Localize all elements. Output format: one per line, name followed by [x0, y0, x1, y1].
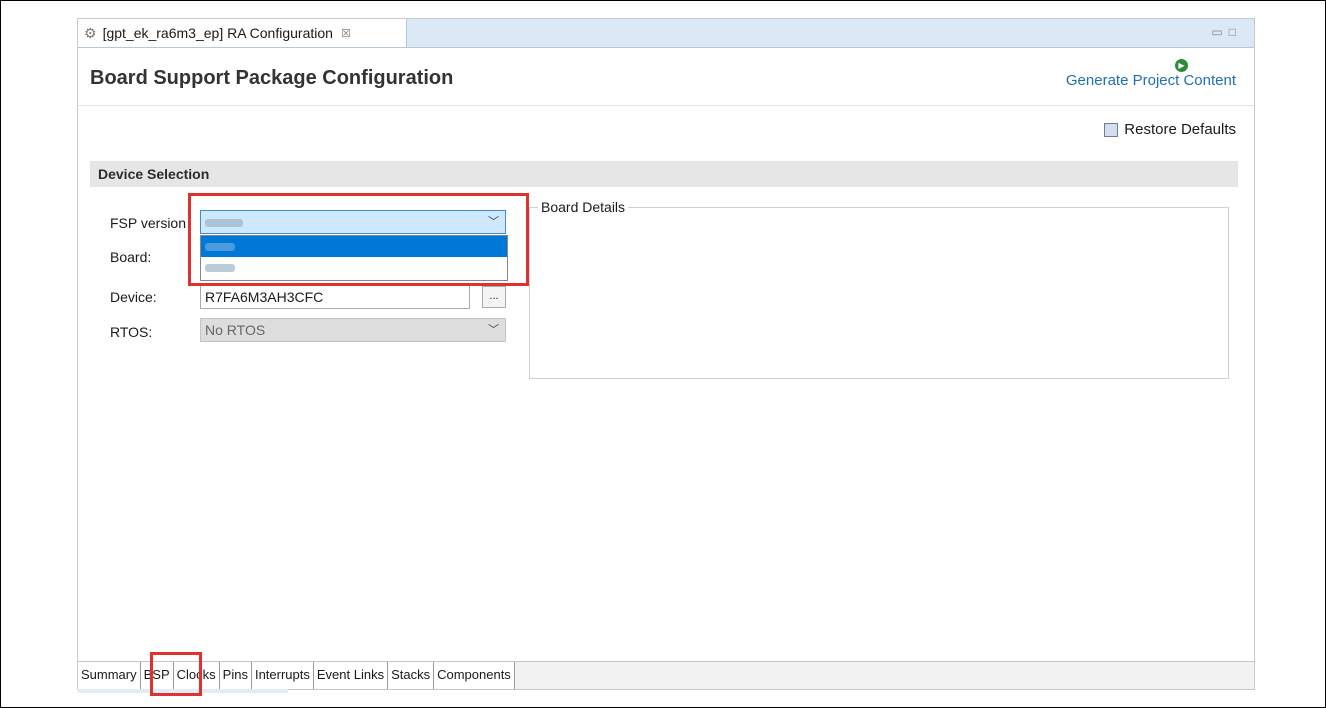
fsp-version-value	[205, 219, 243, 228]
rtos-select[interactable]: No RTOS ﹀	[200, 318, 506, 342]
dropdown-option[interactable]	[201, 236, 507, 257]
fsp-version-select[interactable]: ﹀	[200, 210, 506, 234]
fsp-version-dropdown-list	[200, 235, 508, 281]
board-details-group: Board Details	[529, 199, 1229, 379]
restore-defaults-icon	[1104, 122, 1119, 137]
tab-bsp[interactable]: BSP	[140, 662, 174, 689]
tab-clocks[interactable]: Clocks	[173, 662, 220, 689]
close-icon[interactable]: ☒	[341, 27, 351, 40]
restore-defaults-label: Restore Defaults	[1124, 121, 1236, 138]
tab-components[interactable]: Components	[434, 662, 515, 689]
minimize-icon[interactable]: ▭	[1211, 25, 1228, 39]
device-field[interactable]: R7FA6M3AH3CFC	[200, 285, 470, 309]
chevron-down-icon: ﹀	[488, 216, 499, 228]
maximize-icon[interactable]: □	[1229, 25, 1242, 39]
editor-tab-bar: ⚙ [gpt_ek_ra6m3_ep] RA Configuration ☒ ▭…	[78, 19, 1254, 48]
gear-icon: ⚙	[84, 24, 97, 41]
tab-strip-underbar	[78, 689, 288, 693]
editor-tab-ra-configuration[interactable]: ⚙ [gpt_ek_ra6m3_ep] RA Configuration ☒	[78, 19, 407, 47]
generate-project-content-button[interactable]: ▶ Generate Project Content	[1066, 55, 1236, 89]
page-title: Board Support Package Configuration	[90, 67, 454, 89]
rtos-label: RTOS:	[110, 324, 153, 340]
window-controls: ▭□	[1211, 25, 1242, 39]
play-icon: ▶	[1175, 59, 1188, 72]
ra-configuration-editor: ⚙ [gpt_ek_ra6m3_ep] RA Configuration ☒ ▭…	[77, 18, 1255, 693]
device-selection-header: Device Selection	[90, 161, 1238, 187]
board-details-legend: Board Details	[538, 199, 629, 215]
configuration-tab-strip: Summary BSP Clocks Pins Interrupts Event…	[78, 661, 1254, 689]
board-label: Board:	[110, 249, 152, 265]
tab-event-links[interactable]: Event Links	[313, 662, 389, 689]
device-label: Device:	[110, 289, 157, 305]
generate-project-content-label: Generate Project Content	[1065, 72, 1236, 89]
restore-defaults-button[interactable]: Restore Defaults	[1104, 121, 1236, 138]
chevron-down-icon: ﹀	[488, 324, 499, 336]
tab-pins[interactable]: Pins	[219, 662, 252, 689]
tab-strip-filler	[514, 662, 1254, 689]
tab-stacks[interactable]: Stacks	[388, 662, 435, 689]
dropdown-option[interactable]	[201, 257, 507, 278]
fsp-version-label: FSP version	[110, 215, 186, 231]
device-browse-button[interactable]: ...	[482, 286, 506, 308]
rtos-value: No RTOS	[205, 322, 266, 338]
tab-interrupts[interactable]: Interrupts	[251, 662, 314, 689]
tab-summary[interactable]: Summary	[78, 662, 141, 689]
editor-tab-title: [gpt_ek_ra6m3_ep] RA Configuration	[102, 25, 333, 41]
header-divider	[78, 105, 1254, 106]
